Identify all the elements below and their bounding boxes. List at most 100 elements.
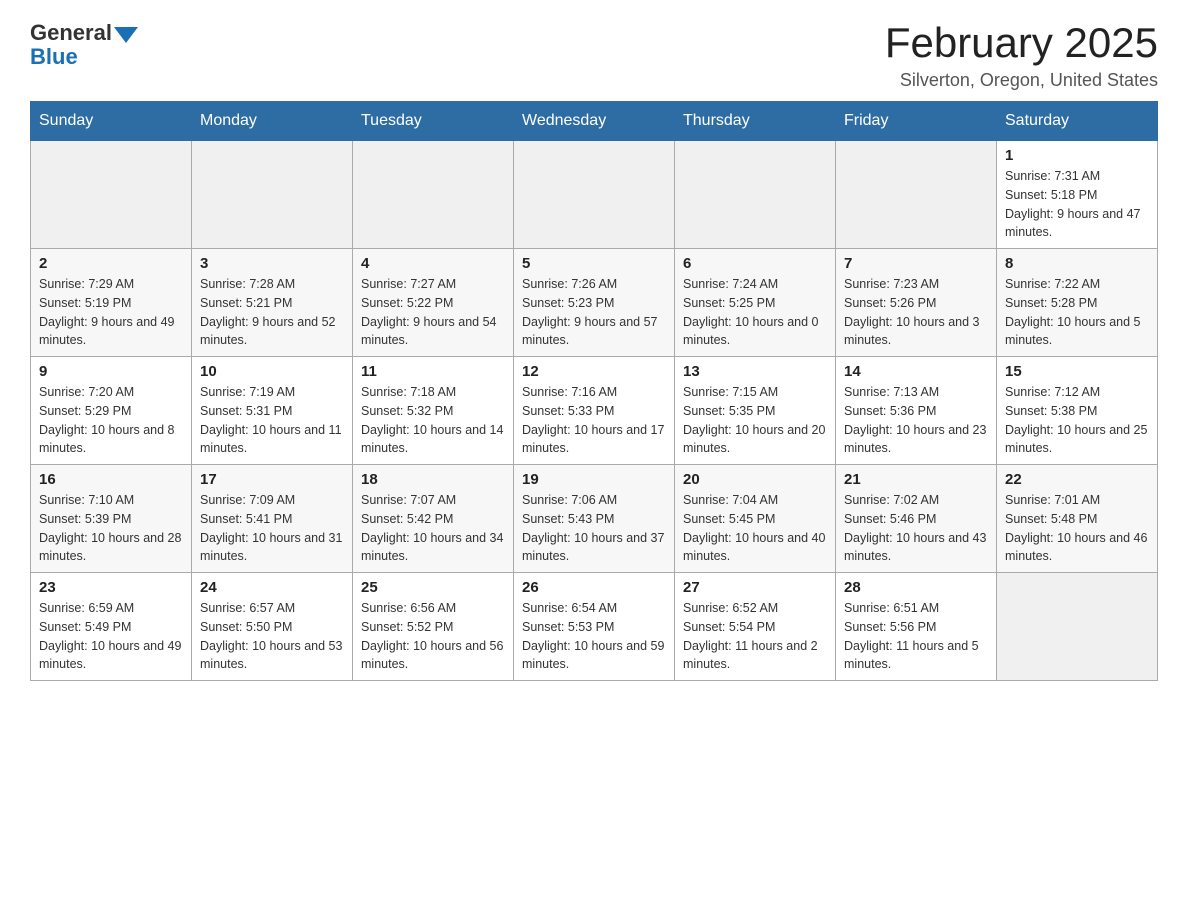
calendar-cell: 9 Sunrise: 7:20 AMSunset: 5:29 PMDaylight… [31, 357, 192, 465]
calendar-cell: 18 Sunrise: 7:07 AMSunset: 5:42 PMDayligh… [353, 465, 514, 573]
calendar-week-row: 1 Sunrise: 7:31 AMSunset: 5:18 PMDaylight… [31, 141, 1158, 249]
day-info: Sunrise: 7:23 AMSunset: 5:26 PMDaylight:… [844, 275, 988, 350]
day-number: 23 [39, 579, 183, 596]
day-info: Sunrise: 6:54 AMSunset: 5:53 PMDaylight:… [522, 599, 666, 674]
day-info: Sunrise: 7:01 AMSunset: 5:48 PMDaylight:… [1005, 491, 1149, 566]
weekday-header-saturday: Saturday [997, 102, 1158, 141]
calendar-cell: 8Sunrise: 7:22 AMSunset: 5:28 PMDaylight… [997, 249, 1158, 357]
day-info: Sunrise: 7:07 AMSunset: 5:42 PMDaylight:… [361, 491, 505, 566]
day-info: Sunrise: 7:31 AMSunset: 5:18 PMDaylight:… [1005, 167, 1149, 242]
day-number: 25 [361, 579, 505, 596]
day-number: 5 [522, 255, 666, 272]
calendar-cell: 28 Sunrise: 6:51 AMSunset: 5:56 PMDayligh… [836, 573, 997, 681]
day-info: Sunrise: 6:56 AMSunset: 5:52 PMDaylight:… [361, 599, 505, 674]
day-info: Sunrise: 6:52 AMSunset: 5:54 PMDaylight:… [683, 599, 827, 674]
calendar-cell [353, 141, 514, 249]
day-info: Sunrise: 7:10 AMSunset: 5:39 PMDaylight:… [39, 491, 183, 566]
weekday-header-monday: Monday [192, 102, 353, 141]
calendar-cell [997, 573, 1158, 681]
day-number: 26 [522, 579, 666, 596]
calendar-cell: 25 Sunrise: 6:56 AMSunset: 5:52 PMDayligh… [353, 573, 514, 681]
day-number: 11 [361, 363, 505, 380]
weekday-header-thursday: Thursday [675, 102, 836, 141]
day-info: Sunrise: 7:18 AMSunset: 5:32 PMDaylight:… [361, 383, 505, 458]
calendar-cell: 22 Sunrise: 7:01 AMSunset: 5:48 PMDayligh… [997, 465, 1158, 573]
calendar-week-row: 16Sunrise: 7:10 AMSunset: 5:39 PMDayligh… [31, 465, 1158, 573]
day-number: 27 [683, 579, 827, 596]
logo-arrow-icon [114, 27, 138, 43]
calendar-cell: 3 Sunrise: 7:28 AMSunset: 5:21 PMDaylight… [192, 249, 353, 357]
day-info: Sunrise: 7:12 AMSunset: 5:38 PMDaylight:… [1005, 383, 1149, 458]
day-number: 9 [39, 363, 183, 380]
calendar-cell: 26 Sunrise: 6:54 AMSunset: 5:53 PMDayligh… [514, 573, 675, 681]
day-info: Sunrise: 6:51 AMSunset: 5:56 PMDaylight:… [844, 599, 988, 674]
day-info: Sunrise: 7:15 AMSunset: 5:35 PMDaylight:… [683, 383, 827, 458]
day-number: 2 [39, 255, 183, 272]
day-number: 7 [844, 255, 988, 272]
day-info: Sunrise: 7:02 AMSunset: 5:46 PMDaylight:… [844, 491, 988, 566]
day-info: Sunrise: 7:13 AMSunset: 5:36 PMDaylight:… [844, 383, 988, 458]
calendar-cell: 4 Sunrise: 7:27 AMSunset: 5:22 PMDaylight… [353, 249, 514, 357]
calendar-cell: 11 Sunrise: 7:18 AMSunset: 5:32 PMDayligh… [353, 357, 514, 465]
day-info: Sunrise: 7:04 AMSunset: 5:45 PMDaylight:… [683, 491, 827, 566]
day-number: 18 [361, 471, 505, 488]
day-number: 24 [200, 579, 344, 596]
calendar-cell: 19 Sunrise: 7:06 AMSunset: 5:43 PMDayligh… [514, 465, 675, 573]
day-info: Sunrise: 7:16 AMSunset: 5:33 PMDaylight:… [522, 383, 666, 458]
calendar-cell: 10Sunrise: 7:19 AMSunset: 5:31 PMDayligh… [192, 357, 353, 465]
calendar-subtitle: Silverton, Oregon, United States [885, 70, 1158, 91]
day-info: Sunrise: 7:20 AMSunset: 5:29 PMDaylight:… [39, 383, 183, 458]
calendar-cell: 20Sunrise: 7:04 AMSunset: 5:45 PMDayligh… [675, 465, 836, 573]
title-area: February 2025 Silverton, Oregon, United … [885, 20, 1158, 91]
day-number: 28 [844, 579, 988, 596]
day-info: Sunrise: 7:24 AMSunset: 5:25 PMDaylight:… [683, 275, 827, 350]
day-number: 14 [844, 363, 988, 380]
calendar-cell [514, 141, 675, 249]
calendar-week-row: 9 Sunrise: 7:20 AMSunset: 5:29 PMDaylight… [31, 357, 1158, 465]
day-number: 22 [1005, 471, 1149, 488]
calendar-cell: 17 Sunrise: 7:09 AMSunset: 5:41 PMDayligh… [192, 465, 353, 573]
calendar-cell: 21Sunrise: 7:02 AMSunset: 5:46 PMDayligh… [836, 465, 997, 573]
page-header: General Blue February 2025 Silverton, Or… [30, 20, 1158, 91]
calendar-cell: 15 Sunrise: 7:12 AMSunset: 5:38 PMDayligh… [997, 357, 1158, 465]
day-info: Sunrise: 6:57 AMSunset: 5:50 PMDaylight:… [200, 599, 344, 674]
day-info: Sunrise: 7:09 AMSunset: 5:41 PMDaylight:… [200, 491, 344, 566]
weekday-header-wednesday: Wednesday [514, 102, 675, 141]
calendar-cell: 24 Sunrise: 6:57 AMSunset: 5:50 PMDayligh… [192, 573, 353, 681]
calendar-cell [192, 141, 353, 249]
calendar-cell: 5 Sunrise: 7:26 AMSunset: 5:23 PMDaylight… [514, 249, 675, 357]
calendar-cell: 6 Sunrise: 7:24 AMSunset: 5:25 PMDaylight… [675, 249, 836, 357]
day-info: Sunrise: 7:06 AMSunset: 5:43 PMDaylight:… [522, 491, 666, 566]
day-number: 3 [200, 255, 344, 272]
calendar-cell: 2Sunrise: 7:29 AMSunset: 5:19 PMDaylight… [31, 249, 192, 357]
weekday-header-sunday: Sunday [31, 102, 192, 141]
calendar-title: February 2025 [885, 20, 1158, 66]
calendar-cell: 12 Sunrise: 7:16 AMSunset: 5:33 PMDayligh… [514, 357, 675, 465]
logo-general-text: General [30, 20, 112, 46]
calendar-cell: 16Sunrise: 7:10 AMSunset: 5:39 PMDayligh… [31, 465, 192, 573]
day-number: 19 [522, 471, 666, 488]
day-info: Sunrise: 7:26 AMSunset: 5:23 PMDaylight:… [522, 275, 666, 350]
calendar-cell [31, 141, 192, 249]
day-number: 1 [1005, 147, 1149, 164]
calendar-week-row: 23 Sunrise: 6:59 AMSunset: 5:49 PMDayligh… [31, 573, 1158, 681]
calendar-table: SundayMondayTuesdayWednesdayThursdayFrid… [30, 101, 1158, 681]
calendar-cell: 23 Sunrise: 6:59 AMSunset: 5:49 PMDayligh… [31, 573, 192, 681]
calendar-header-row: SundayMondayTuesdayWednesdayThursdayFrid… [31, 102, 1158, 141]
calendar-cell: 14 Sunrise: 7:13 AMSunset: 5:36 PMDayligh… [836, 357, 997, 465]
day-number: 15 [1005, 363, 1149, 380]
logo: General Blue [30, 20, 138, 70]
day-info: Sunrise: 6:59 AMSunset: 5:49 PMDaylight:… [39, 599, 183, 674]
weekday-header-tuesday: Tuesday [353, 102, 514, 141]
day-number: 6 [683, 255, 827, 272]
day-info: Sunrise: 7:27 AMSunset: 5:22 PMDaylight:… [361, 275, 505, 350]
day-number: 17 [200, 471, 344, 488]
calendar-cell: 13Sunrise: 7:15 AMSunset: 5:35 PMDayligh… [675, 357, 836, 465]
calendar-cell: 1 Sunrise: 7:31 AMSunset: 5:18 PMDaylight… [997, 141, 1158, 249]
day-number: 12 [522, 363, 666, 380]
calendar-cell [675, 141, 836, 249]
calendar-week-row: 2Sunrise: 7:29 AMSunset: 5:19 PMDaylight… [31, 249, 1158, 357]
day-info: Sunrise: 7:22 AMSunset: 5:28 PMDaylight:… [1005, 275, 1149, 350]
day-number: 4 [361, 255, 505, 272]
day-info: Sunrise: 7:28 AMSunset: 5:21 PMDaylight:… [200, 275, 344, 350]
